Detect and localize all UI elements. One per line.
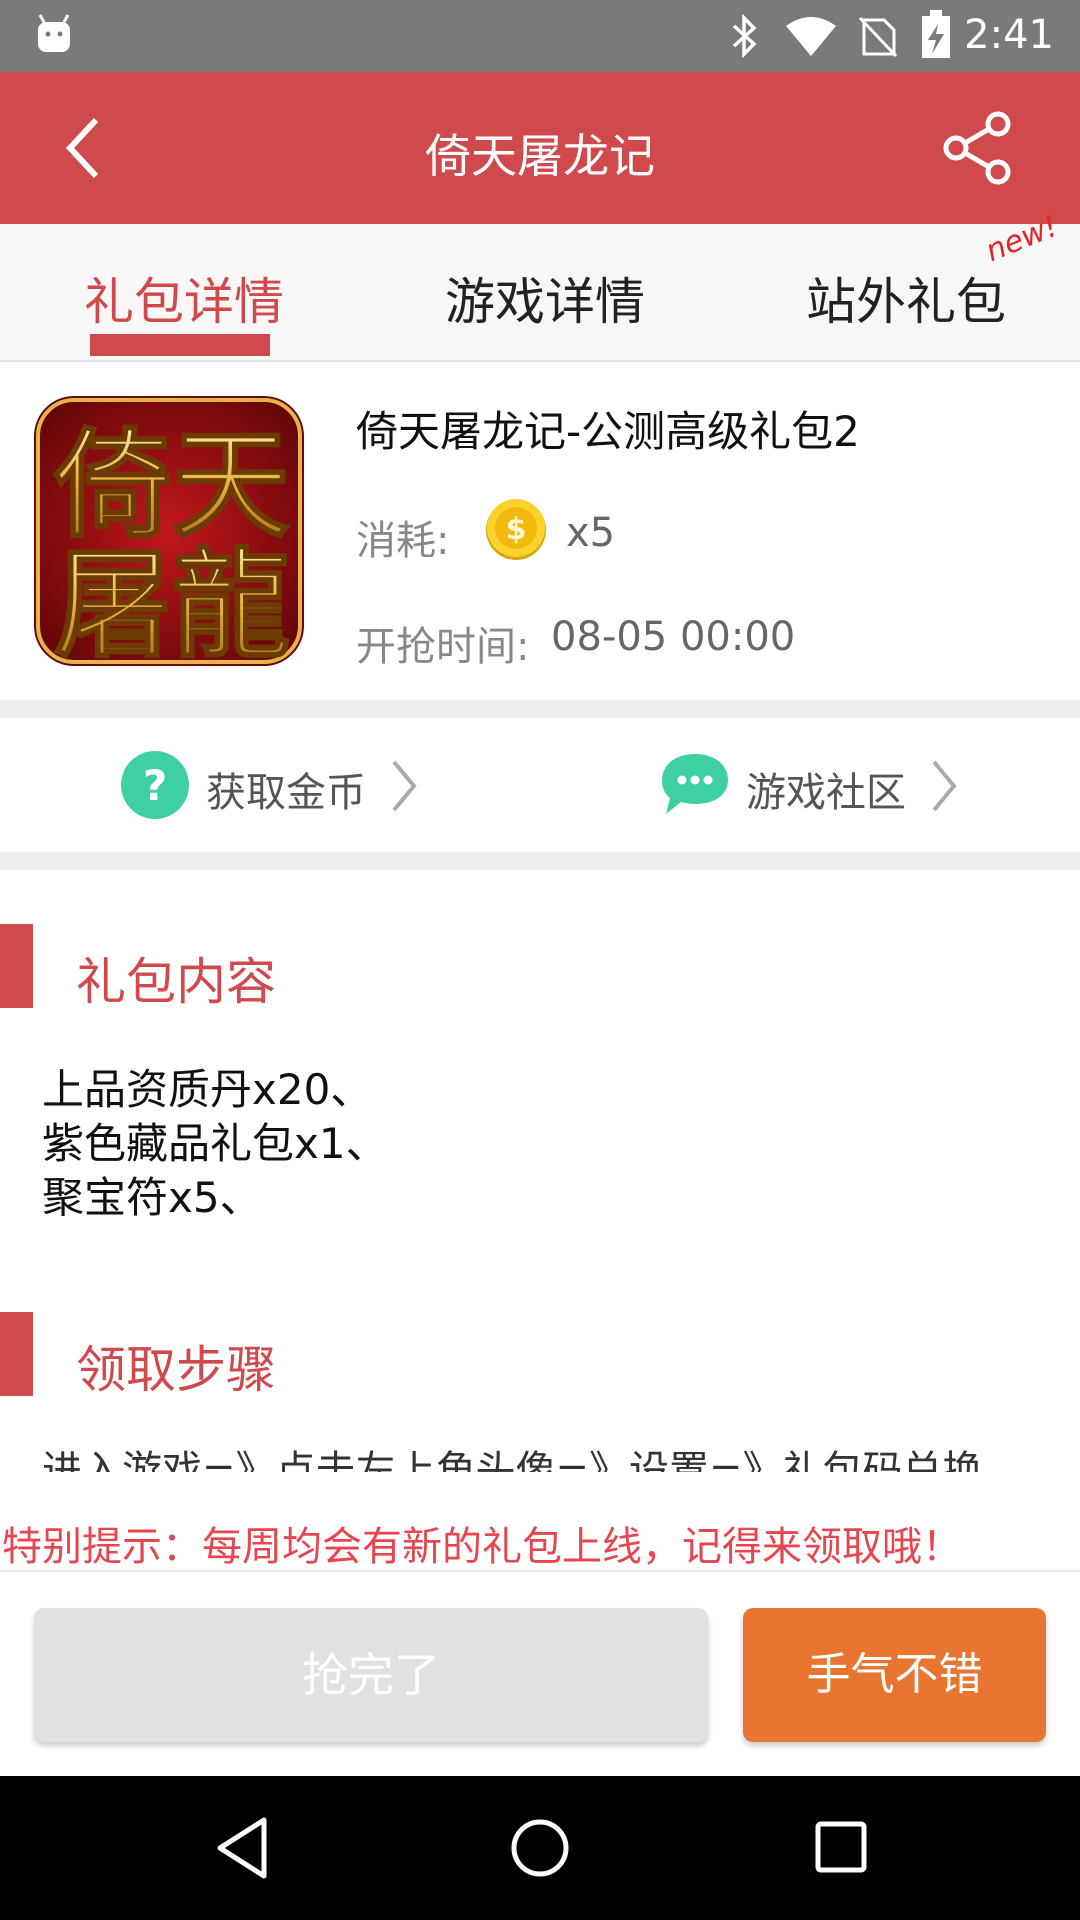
gift-content-line: 上品资质丹x20、: [42, 1065, 373, 1114]
svg-text:屠龍: 屠龍: [54, 535, 290, 666]
claim-steps-text: 进入游戏=》点击左上角头像=》设置=》礼包码兑换: [42, 1448, 983, 1472]
tab-gift-details[interactable]: 礼包详情: [84, 262, 284, 334]
bluetooth-icon: [732, 14, 757, 58]
cost-value: x5: [566, 510, 616, 556]
sold-out-label: 抢完了: [302, 1648, 440, 1702]
chat-icon[interactable]: [660, 752, 730, 816]
start-time-value: 08-05 00:00: [551, 614, 796, 660]
special-tip: 特别提示：每周均会有新的礼包上线，记得来领取哦！: [2, 1524, 962, 1570]
svg-text:倚天: 倚天: [53, 415, 290, 554]
gift-content-line: 聚宝符x5、: [42, 1173, 262, 1222]
android-icon: [38, 14, 70, 52]
section-marker: [0, 924, 33, 1008]
nav-home-icon[interactable]: [510, 1818, 570, 1878]
tab-indicator: [90, 334, 270, 356]
no-sim-icon: [858, 16, 898, 58]
tab-external-gifts[interactable]: 站外礼包: [806, 262, 1006, 334]
nav-back-icon[interactable]: [214, 1816, 270, 1880]
chevron-right-icon[interactable]: [388, 758, 418, 814]
feeling-lucky-label: 手气不错: [806, 1649, 983, 1700]
gift-title: 倚天屠龙记-公测高级礼包2: [356, 407, 860, 456]
page-title: 倚天屠龙记: [425, 129, 655, 183]
app-bar: 倚天屠龙记: [0, 72, 1080, 224]
svg-text:?: ?: [143, 761, 167, 810]
game-community-link[interactable]: 游戏社区: [746, 760, 906, 818]
section-marker: [0, 1312, 33, 1396]
gift-content-title: 礼包内容: [76, 953, 276, 1011]
gold-coin-icon: $: [486, 499, 546, 560]
divider: [0, 852, 1080, 870]
feeling-lucky-button[interactable]: 手气不错: [743, 1608, 1046, 1742]
game-icon: 倚天 屠龍: [34, 396, 304, 666]
cost-label: 消耗:: [356, 518, 450, 564]
start-time-label: 开抢时间:: [356, 624, 530, 670]
battery-charging-icon: [922, 10, 950, 58]
wifi-icon: [786, 17, 836, 56]
divider: [0, 700, 1080, 718]
get-coins-link[interactable]: 获取金币: [206, 760, 366, 818]
navigation-bar: [0, 1776, 1080, 1920]
sold-out-button[interactable]: 抢完了: [34, 1608, 708, 1742]
svg-text:$: $: [506, 512, 527, 547]
question-icon[interactable]: ?: [120, 750, 190, 820]
gift-content-line: 紫色藏品礼包x1、: [42, 1119, 388, 1168]
claim-steps-title: 领取步骤: [76, 1341, 276, 1399]
status-bar: 2:41: [0, 0, 1080, 72]
status-time: 2:41: [964, 12, 1054, 58]
nav-recents-icon[interactable]: [814, 1820, 868, 1874]
chevron-right-icon[interactable]: [928, 758, 958, 814]
tab-game-details[interactable]: 游戏详情: [445, 262, 645, 334]
share-icon[interactable]: [942, 110, 1014, 186]
